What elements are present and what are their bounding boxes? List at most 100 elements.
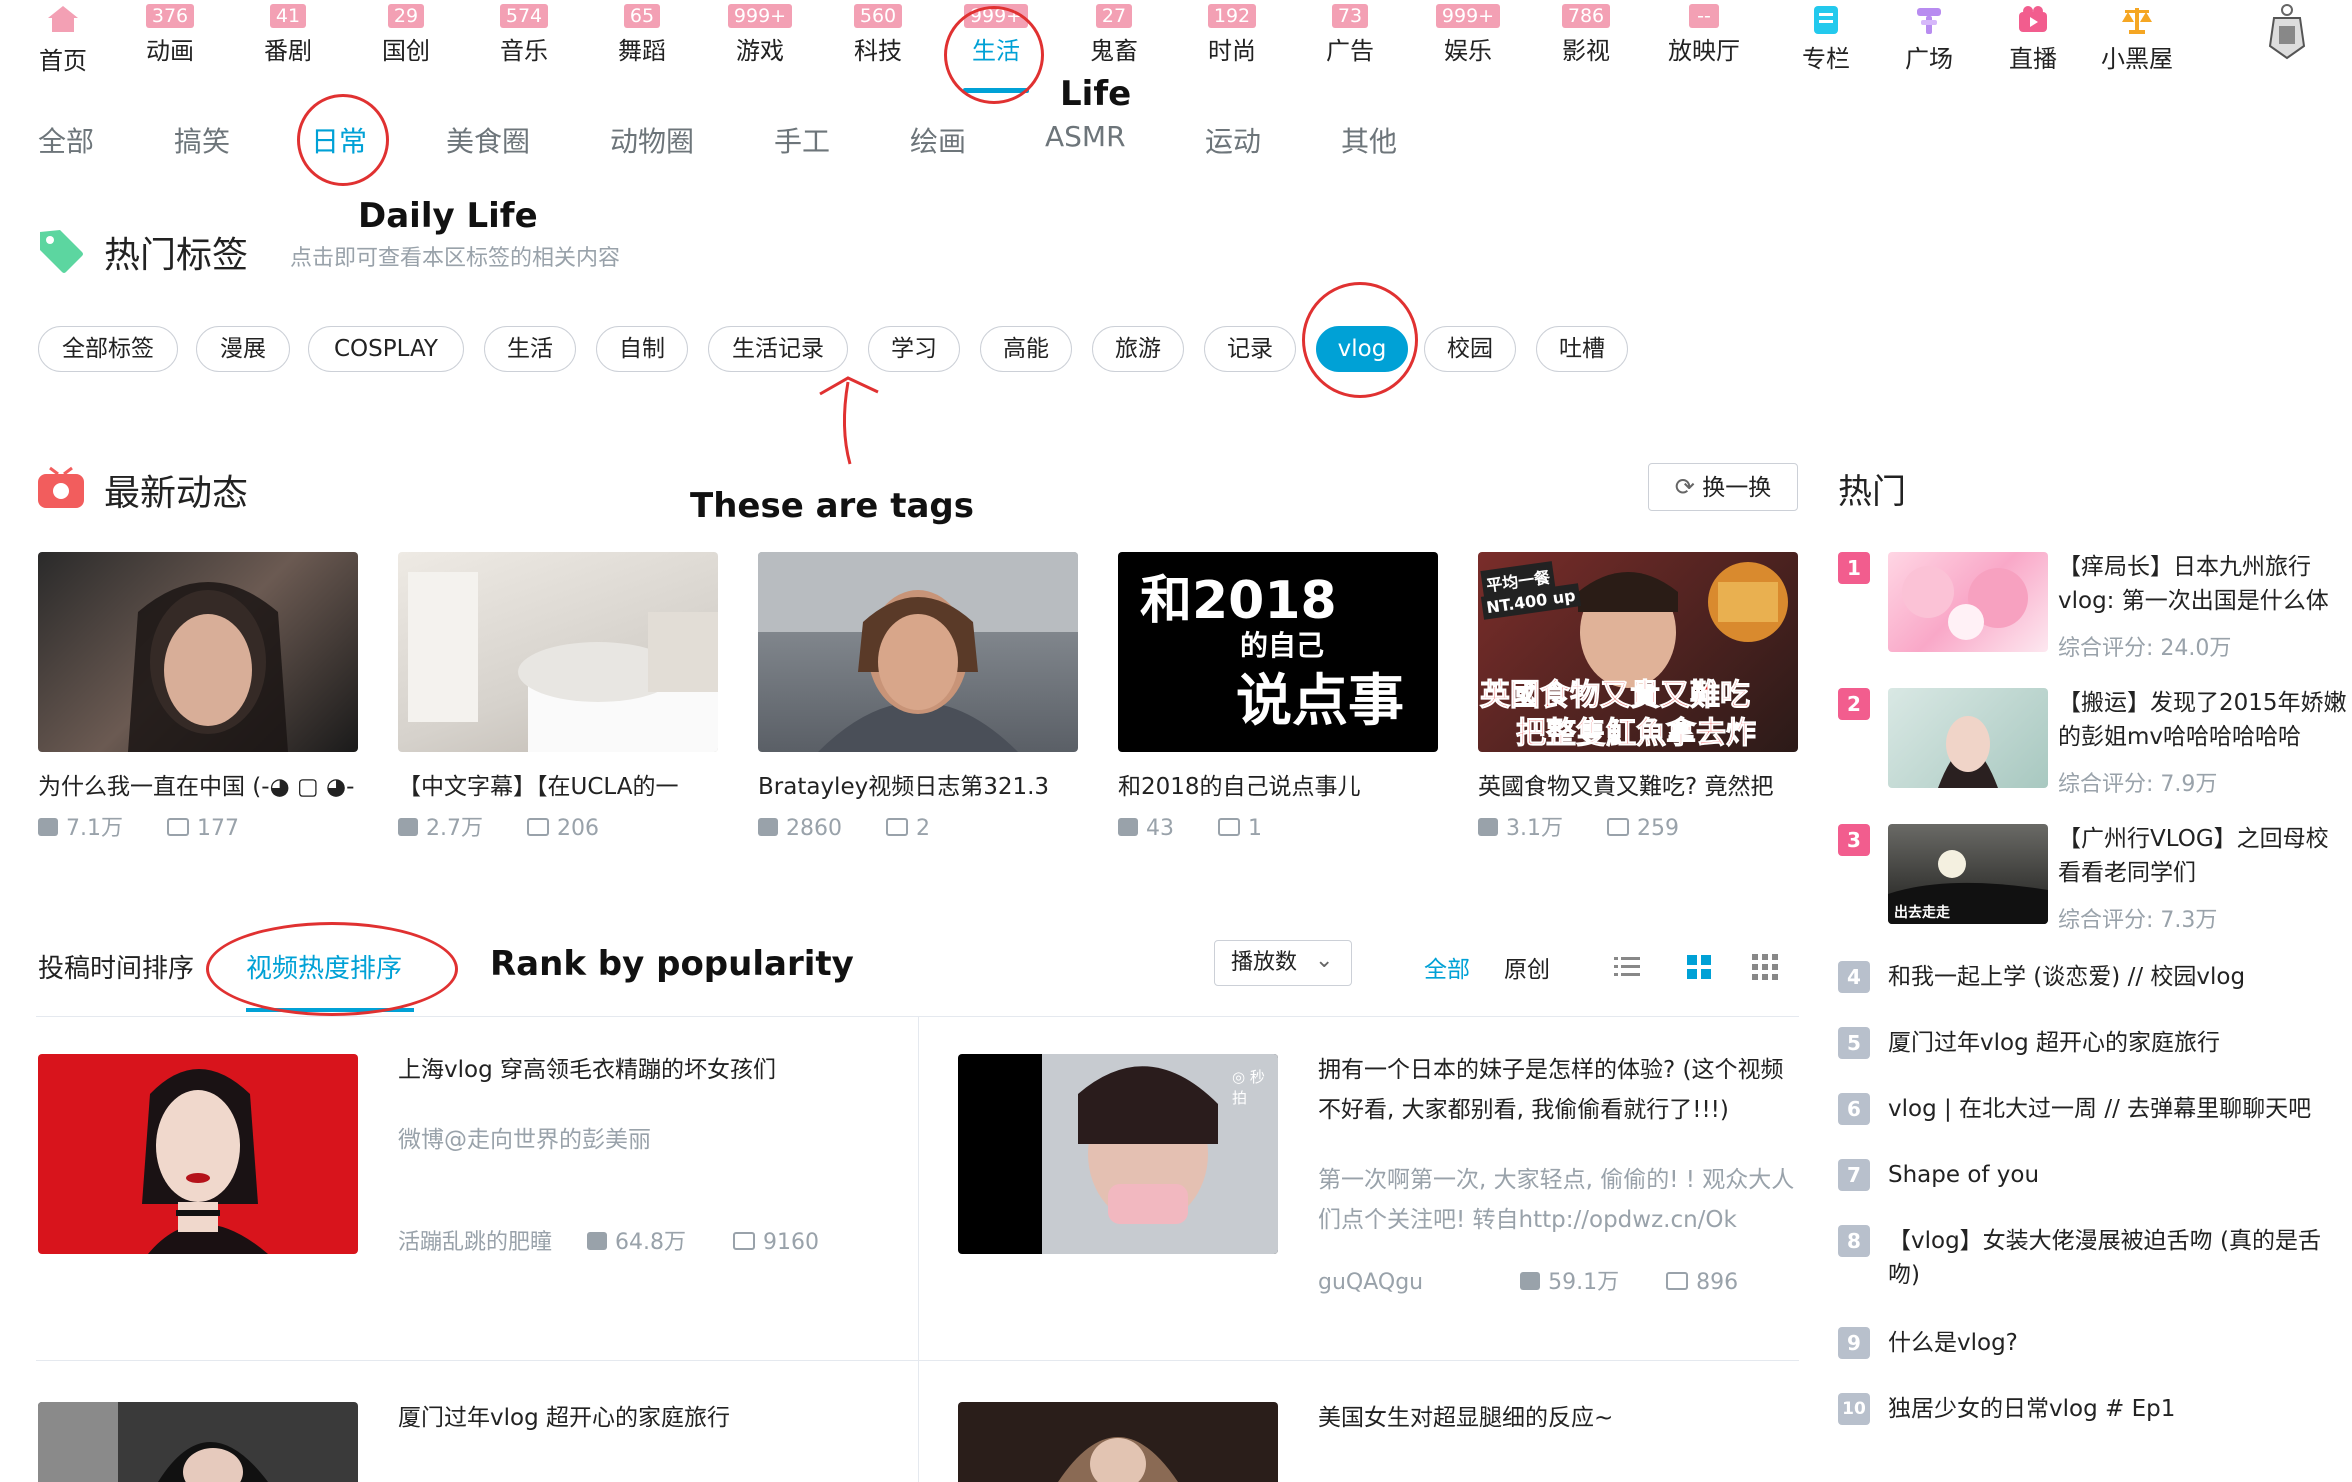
video-author[interactable]: 活蹦乱跳的肥瞳 (398, 1230, 552, 1255)
tag-cosplay[interactable]: COSPLAY (308, 326, 464, 372)
video-title[interactable]: 上海vlog 穿高领毛衣精蹦的坏女孩们 (398, 1050, 878, 1090)
nav-bangumi[interactable]: 41 番剧 (243, 4, 333, 66)
danmaku-icon (886, 818, 908, 836)
tag-comic-con[interactable]: 漫展 (196, 326, 290, 372)
hot-video-title[interactable]: 【广州行VLOG】之回母校看看老同学们 (2058, 822, 2348, 890)
video-title[interactable]: Bratayley视频日志第321.3 (758, 772, 1078, 802)
subnav-sports[interactable]: 运动 (1205, 120, 1261, 160)
filter-all[interactable]: 全部 (1424, 950, 1470, 984)
hot-video-title[interactable]: 【vlog】女装大佬漫展被迫舌吻 (真的是舌吻) (1888, 1224, 2348, 1292)
tag-complain[interactable]: 吐槽 (1536, 326, 1628, 372)
video-card[interactable]: 【中文字幕】【在UCLA的一 2.7万 206 (398, 552, 718, 844)
anime-image (1902, 566, 2028, 640)
nav-ent[interactable]: 999+ 娱乐 (1423, 4, 1513, 66)
subnav-animal[interactable]: 动物圈 (610, 120, 694, 160)
tag-record[interactable]: 记录 (1204, 326, 1296, 372)
nav-fashion[interactable]: 192 时尚 (1187, 4, 1277, 66)
video-title[interactable]: 为什么我一直在中国 (-◕ ▢ ◕- (38, 772, 358, 802)
tag-life-record[interactable]: 生活记录 (708, 326, 848, 372)
nav-badge: 574 (499, 4, 549, 28)
video-title[interactable]: 拥有一个日本的妹子是怎样的体验? (这个视频不好看, 大家都别看, 我偷偷看就行… (1318, 1050, 1798, 1130)
rank-badge: 8 (1838, 1225, 1870, 1257)
refresh-button[interactable]: ⟳ 换一换 (1648, 463, 1798, 511)
nav-cinema[interactable]: -- 放映厅 (1659, 4, 1749, 66)
tag-life[interactable]: 生活 (484, 326, 576, 372)
video-thumbnail[interactable]: ◎ 秒拍 (958, 1054, 1278, 1254)
nav-blackroom[interactable]: 小黑屋 (2092, 4, 2182, 74)
rank-badge: 9 (1838, 1327, 1870, 1359)
tag-travel[interactable]: 旅游 (1092, 326, 1184, 372)
hot-video-title[interactable]: 【痒局长】日本九州旅行vlog: 第一次出国是什么体 (2058, 550, 2348, 618)
nav-guochuang[interactable]: 29 国创 (361, 4, 451, 66)
tag-high-energy[interactable]: 高能 (980, 326, 1072, 372)
compact-grid-icon[interactable] (1752, 954, 1778, 980)
subnav-painting[interactable]: 绘画 (910, 120, 966, 160)
video-title[interactable]: 【中文字幕】【在UCLA的一 (398, 772, 718, 802)
filter-original[interactable]: 原创 (1504, 950, 1550, 984)
nav-anime[interactable]: 376 动画 (125, 4, 215, 66)
list-view-icon[interactable] (1614, 954, 1640, 980)
nav-column[interactable]: 专栏 (1781, 4, 1871, 74)
video-thumbnail[interactable]: 出去走走 (1888, 824, 2048, 924)
sort-metric-dropdown[interactable]: 播放数 ⌄ (1214, 940, 1352, 986)
video-card[interactable]: 和2018 的自己 说点事 和2018的自己说点事儿 43 1 (1118, 552, 1438, 844)
hot-video-title[interactable]: vlog | 在北大过一周 // 去弹幕里聊聊天吧 (1888, 1092, 2348, 1126)
hot-video-title[interactable]: 厦门过年vlog 超开心的家庭旅行 (1888, 1026, 2348, 1060)
video-thumbnail[interactable] (958, 1402, 1278, 1482)
tag-study[interactable]: 学习 (868, 326, 960, 372)
hot-video-title[interactable]: Shape of you (1888, 1158, 2348, 1192)
sort-by-time-tab[interactable]: 投稿时间排序 (38, 948, 194, 985)
tag-icon (40, 230, 83, 273)
hot-video-title[interactable]: 和我一起上学 (谈恋爱) // 校园vlog (1888, 960, 2348, 994)
subnav-other[interactable]: 其他 (1341, 120, 1397, 160)
nav-dance[interactable]: 65 舞蹈 (597, 4, 687, 66)
subnav-handcraft[interactable]: 手工 (774, 120, 830, 160)
subnav-all[interactable]: 全部 (38, 120, 94, 160)
nav-home[interactable]: 首页 (18, 4, 108, 76)
nav-music[interactable]: 574 音乐 (479, 4, 569, 66)
danmaku-icon (1218, 818, 1240, 836)
video-thumbnail[interactable] (38, 1054, 358, 1254)
video-thumbnail[interactable] (1888, 552, 2048, 652)
tag-campus[interactable]: 校园 (1424, 326, 1516, 372)
nav-kichiku[interactable]: 27 鬼畜 (1069, 4, 1159, 66)
nav-tech[interactable]: 560 科技 (833, 4, 923, 66)
video-thumbnail[interactable]: 平均一餐 NT.400 up 英國食物又貴又難吃 把整隻魟魚拿去炸 (1478, 552, 1798, 752)
nav-square[interactable]: 广场 (1884, 4, 1974, 74)
annotation-circle-life (944, 6, 1044, 104)
square-icon (1917, 8, 1941, 34)
nav-game[interactable]: 999+ 游戏 (715, 4, 805, 66)
subnav-food[interactable]: 美食圈 (446, 120, 530, 160)
home-icon (48, 6, 78, 32)
user-avatar-icon[interactable] (2262, 2, 2312, 60)
video-thumbnail[interactable] (758, 552, 1078, 752)
video-thumbnail[interactable] (1888, 688, 2048, 788)
rank-badge: 3 (1838, 824, 1870, 856)
tag-self-made[interactable]: 自制 (596, 326, 688, 372)
tag-all[interactable]: 全部标签 (38, 326, 178, 372)
nav-ad[interactable]: 73 广告 (1305, 4, 1395, 66)
annotation-life: Life (1060, 74, 1132, 114)
hot-video-title[interactable]: 独居少女的日常vlog # Ep1 (1888, 1392, 2348, 1426)
subnav-asmr[interactable]: ASMR (1045, 120, 1126, 153)
grid-view-icon[interactable] (1686, 954, 1712, 980)
video-thumbnail[interactable] (38, 552, 358, 752)
video-title[interactable]: 英國食物又貴又難吃? 竟然把 (1478, 772, 1798, 802)
nav-live[interactable]: 直播 (1988, 4, 2078, 74)
video-thumbnail[interactable] (38, 1402, 358, 1482)
video-thumbnail[interactable]: 和2018 的自己 说点事 (1118, 552, 1438, 752)
hot-video-title[interactable]: 什么是vlog? (1888, 1326, 2348, 1360)
video-title[interactable]: 和2018的自己说点事儿 (1118, 772, 1438, 802)
nav-movie[interactable]: 786 影视 (1541, 4, 1631, 66)
video-card[interactable]: Bratayley视频日志第321.3 2860 2 (758, 552, 1078, 844)
video-thumbnail[interactable] (398, 552, 718, 752)
selfie-image (1042, 1054, 1278, 1254)
video-card[interactable]: 为什么我一直在中国 (-◕ ▢ ◕- 7.1万 177 (38, 552, 358, 844)
video-stats: 7.1万 177 (38, 814, 358, 844)
video-card[interactable]: 平均一餐 NT.400 up 英國食物又貴又難吃 把整隻魟魚拿去炸 英國食物又貴… (1478, 552, 1798, 844)
video-author[interactable]: guQAQgu (1318, 1270, 1423, 1295)
video-title[interactable]: 厦门过年vlog 超开心的家庭旅行 (398, 1398, 878, 1438)
subnav-funny[interactable]: 搞笑 (174, 120, 230, 160)
hot-video-title[interactable]: 【搬运】发现了2015年娇嫩的彭姐mv哈哈哈哈哈哈 (2058, 686, 2348, 754)
video-title[interactable]: 美国女生对超显腿细的反应~ (1318, 1398, 1798, 1438)
